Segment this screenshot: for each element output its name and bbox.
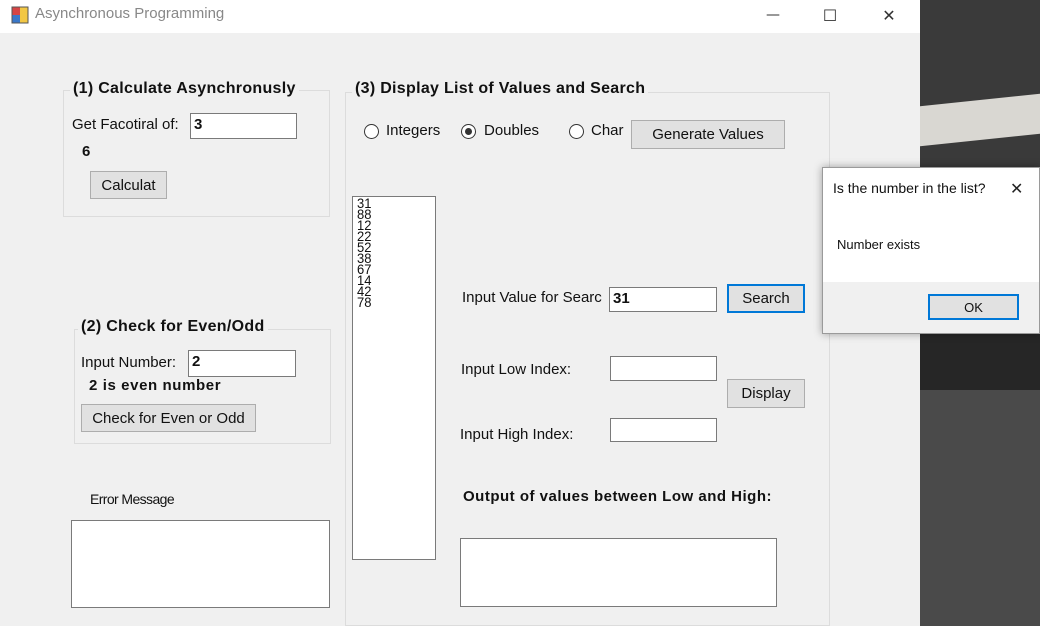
maximize-button[interactable]: ☐ [807, 0, 853, 30]
low-index-label: Input Low Index: [461, 361, 572, 378]
ok-button[interactable]: OK [928, 294, 1019, 320]
factorial-input[interactable]: 3 [190, 113, 297, 139]
search-value-label: Input Value for Searc [462, 289, 602, 306]
close-icon: ✕ [882, 5, 896, 25]
error-message-box[interactable] [71, 520, 330, 608]
error-message-label: Error Message [90, 491, 175, 507]
dialog-message: Number exists [837, 237, 921, 252]
group-even-odd-title: (2) Check for Even/Odd [78, 318, 268, 336]
factorial-label: Get Facotiral of: [72, 116, 179, 133]
output-box[interactable] [460, 538, 777, 607]
generate-values-button[interactable]: Generate Values [631, 120, 785, 149]
high-index-input[interactable] [610, 418, 717, 442]
dialog-footer: OK [823, 282, 1039, 333]
calculate-button[interactable]: Calculat [90, 171, 167, 199]
window-title: Asynchronous Programming [35, 5, 225, 22]
radio-char-label[interactable]: Char [591, 122, 624, 139]
output-label: Output of values between Low and High: [463, 488, 773, 505]
minimize-button[interactable]: — [750, 0, 796, 30]
radio-char[interactable] [569, 124, 584, 139]
close-button[interactable]: ✕ [866, 0, 912, 30]
even-odd-result: 2 is even number [89, 377, 222, 394]
list-item[interactable]: 78 [357, 296, 435, 310]
search-value-input[interactable]: 31 [609, 287, 717, 312]
even-odd-input-label: Input Number: [81, 354, 177, 371]
low-index-input[interactable] [610, 356, 717, 381]
values-listbox[interactable]: 31 88 12 22 52 38 67 14 42 78 [352, 196, 436, 560]
search-button[interactable]: Search [727, 284, 805, 313]
dialog-title: Is the number in the list? [833, 180, 986, 196]
app-icon [11, 6, 29, 24]
even-odd-input[interactable]: 2 [188, 350, 296, 377]
radio-doubles[interactable] [461, 124, 476, 139]
main-window: Asynchronous Programming — ☐ ✕ (1) Calcu… [0, 0, 920, 626]
dialog-close-icon[interactable]: ✕ [1010, 179, 1023, 198]
high-index-label: Input High Index: [460, 426, 574, 443]
message-dialog: Is the number in the list? ✕ Number exis… [822, 167, 1040, 334]
factorial-result: 6 [82, 143, 91, 160]
minimize-icon: — [766, 7, 780, 23]
group-calculate-title: (1) Calculate Asynchronusly [70, 80, 299, 98]
check-even-odd-button[interactable]: Check for Even or Odd [81, 404, 256, 432]
title-bar: Asynchronous Programming — ☐ ✕ [0, 0, 920, 33]
radio-doubles-label[interactable]: Doubles [484, 122, 539, 139]
group-list-search-title: (3) Display List of Values and Search [352, 80, 649, 98]
radio-integers-label[interactable]: Integers [386, 122, 440, 139]
maximize-icon: ☐ [822, 5, 838, 25]
radio-integers[interactable] [364, 124, 379, 139]
display-button[interactable]: Display [727, 379, 805, 408]
